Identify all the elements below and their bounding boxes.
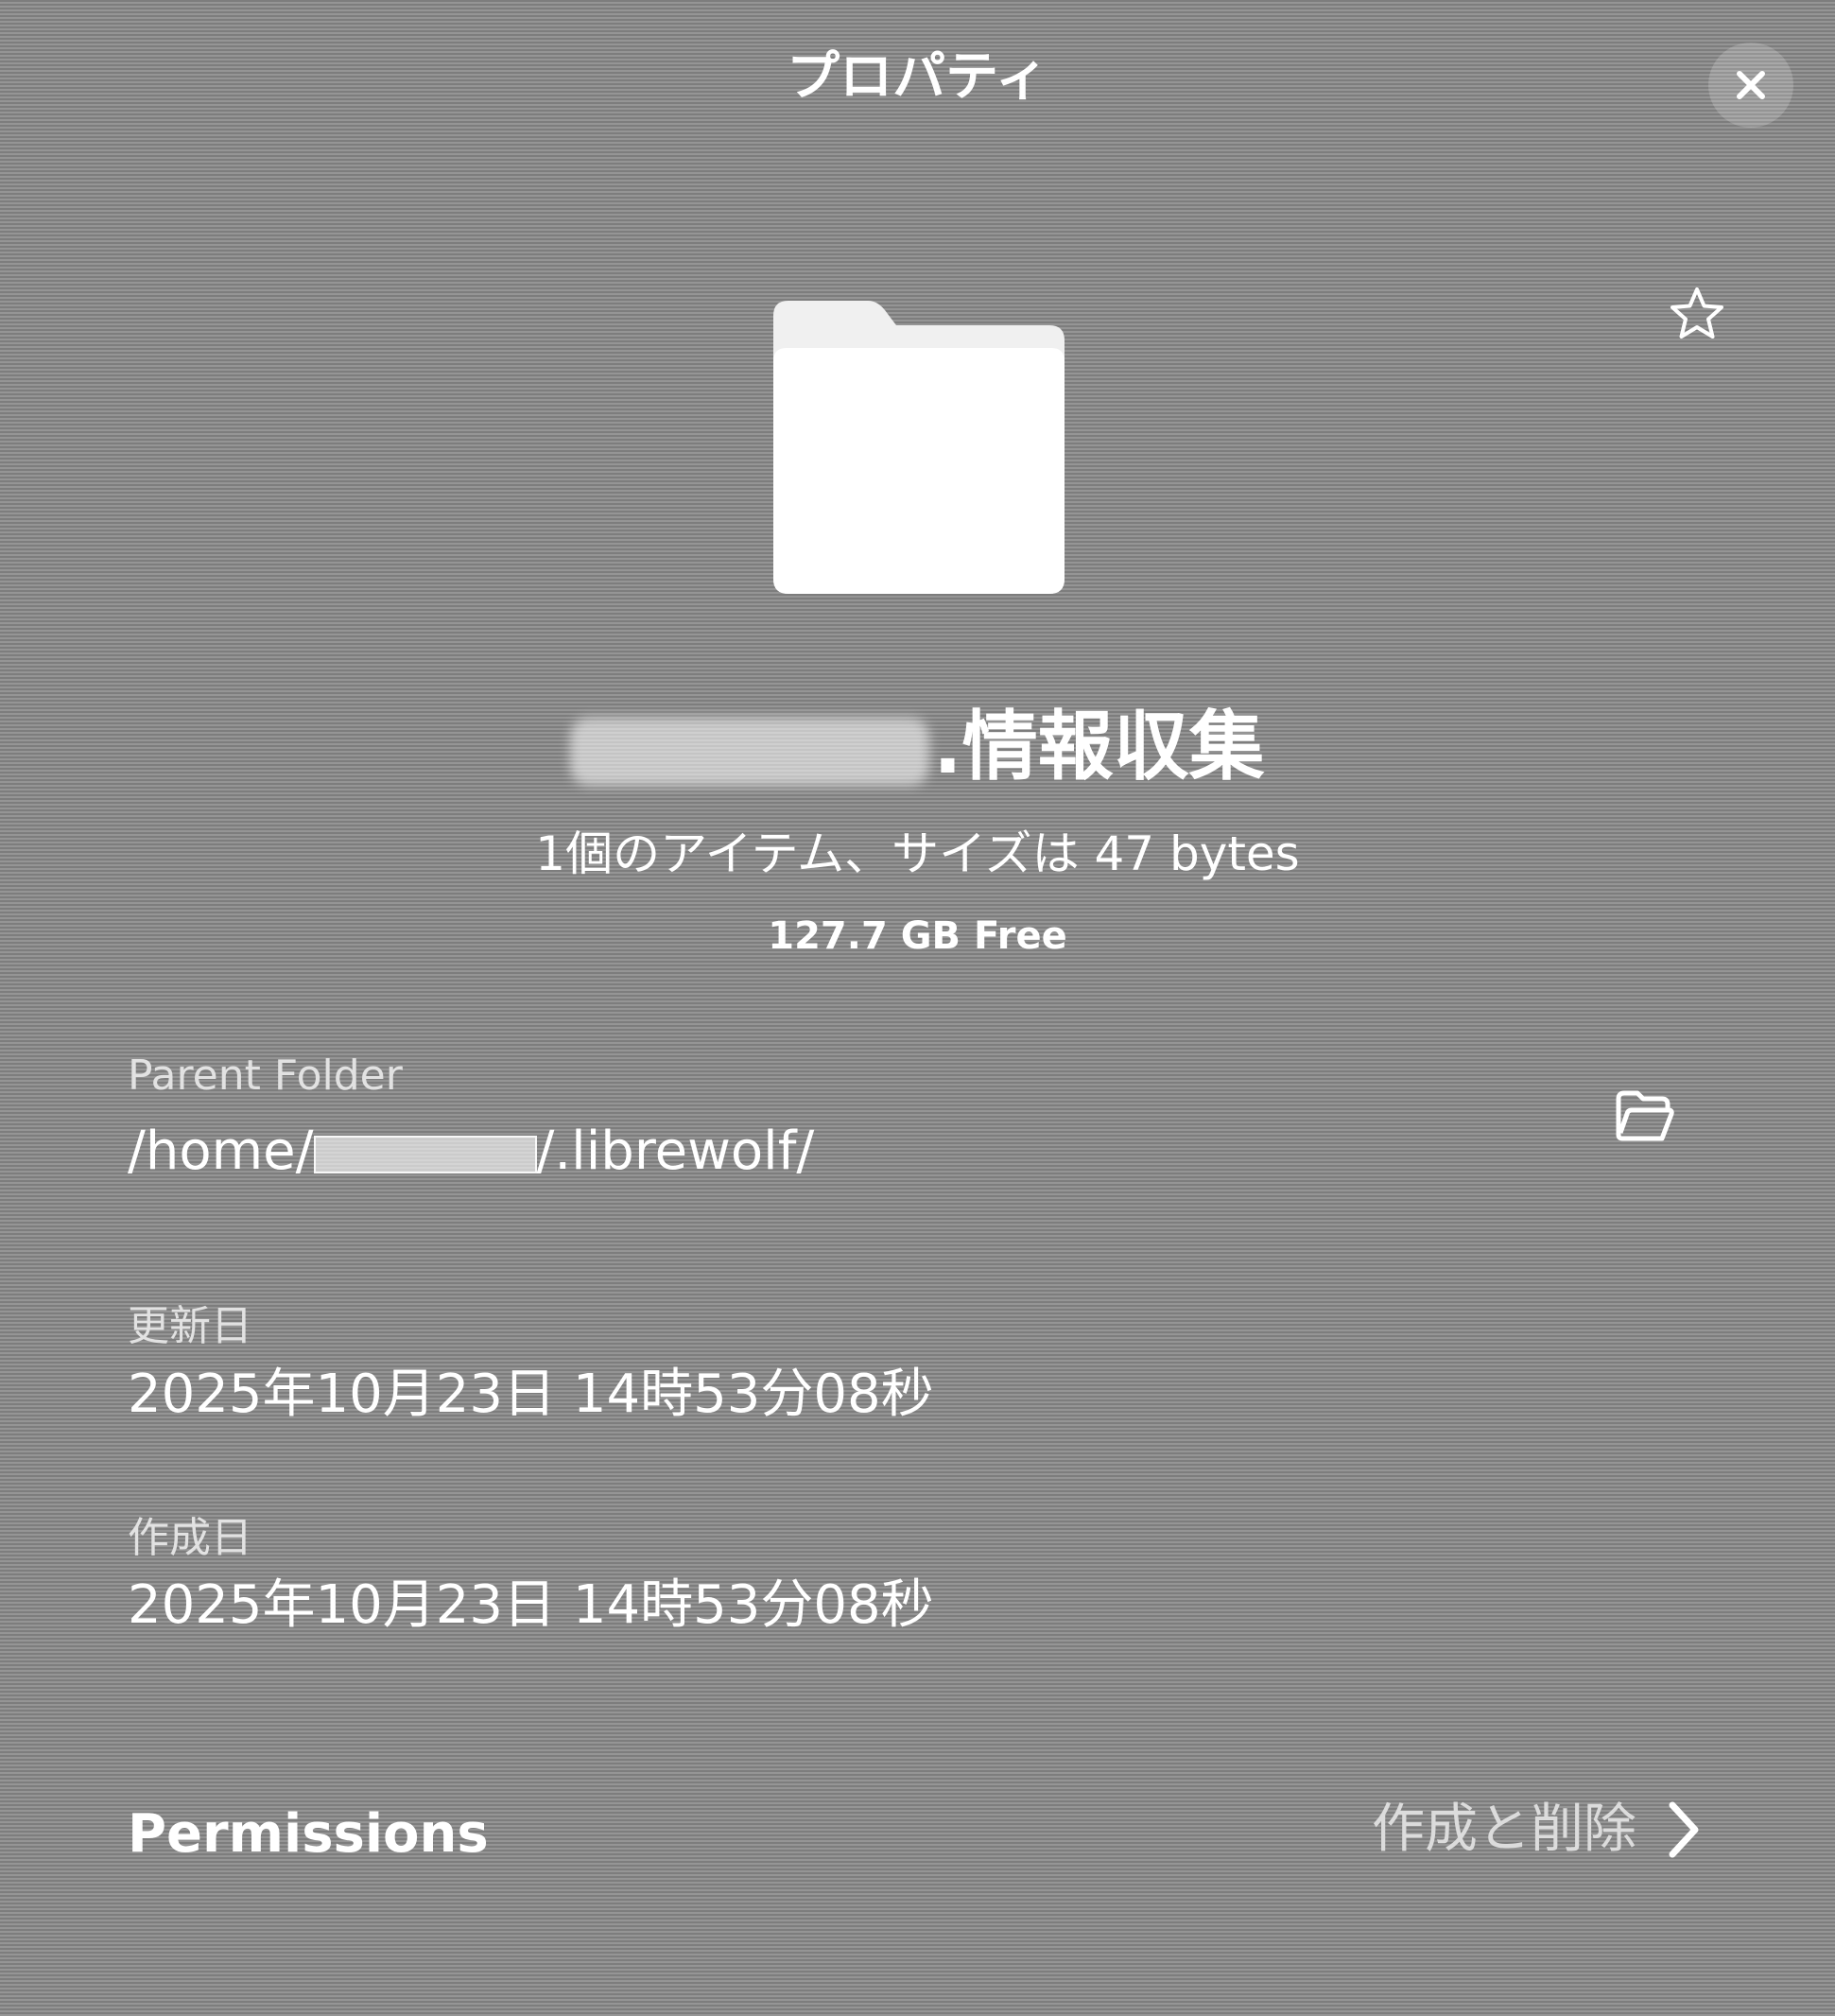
- created-label: 作成日: [128, 1514, 252, 1562]
- create-delete-label: 作成と削除: [1372, 1799, 1636, 1860]
- folder-open-icon: [1616, 1090, 1674, 1141]
- parent-folder-label: Parent Folder: [128, 1051, 403, 1100]
- parent-folder-path: /home/ /.librewolf/: [128, 1116, 814, 1188]
- create-delete-button[interactable]: 作成と削除: [1372, 1792, 1703, 1868]
- close-button[interactable]: [1708, 43, 1793, 128]
- open-parent-folder-button[interactable]: [1607, 1080, 1683, 1152]
- parent-folder-suffix: /.librewolf/: [536, 1121, 815, 1182]
- item-summary: 1個のアイテム、サイズは 47 bytes: [535, 826, 1300, 881]
- file-name-visible: .情報収集: [933, 703, 1265, 791]
- modified-value: 2025年10月23日 14時53分08秒: [128, 1364, 934, 1425]
- parent-folder-prefix: /home/: [128, 1121, 314, 1182]
- redacted-name-part: [570, 718, 930, 787]
- close-icon: [1737, 71, 1765, 99]
- created-value: 2025年10月23日 14時53分08秒: [128, 1574, 934, 1636]
- free-space: 127.7 GB Free: [768, 914, 1067, 958]
- dialog-title: プロパティ: [787, 46, 1048, 108]
- folder-icon: [773, 301, 1065, 594]
- star-button[interactable]: [1659, 276, 1735, 352]
- modified-label: 更新日: [128, 1302, 252, 1350]
- properties-dialog: プロパティ .情報収集 1個のアイテム、サイズは 47 bytes 127.7 …: [0, 0, 1835, 2016]
- chevron-right-icon: [1669, 1801, 1699, 1858]
- redacted-username: [313, 1135, 537, 1173]
- file-name: .情報収集: [0, 695, 1835, 799]
- permissions-button[interactable]: Permissions: [128, 1797, 489, 1872]
- star-icon: [1671, 287, 1723, 339]
